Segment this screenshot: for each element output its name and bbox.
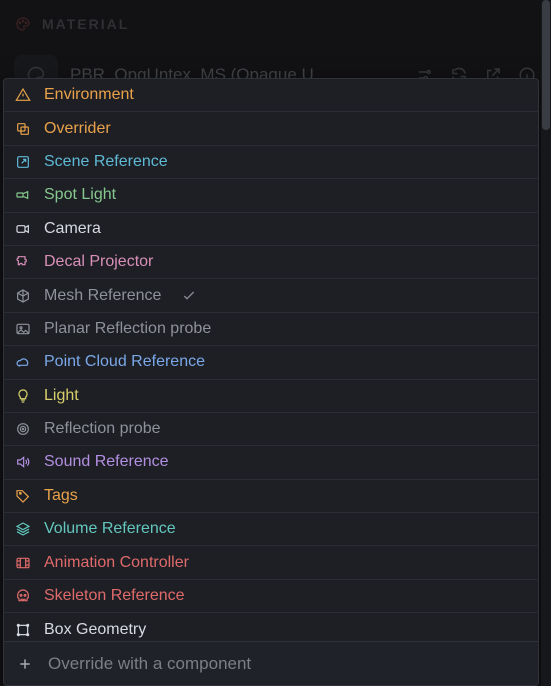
skull-icon (14, 587, 32, 605)
menu-item-label: Reflection probe (44, 420, 161, 438)
menu-item-spot-light[interactable]: Spot Light (4, 179, 538, 212)
menu-item-label: Environment (44, 86, 134, 104)
menu-item-tags[interactable]: Tags (4, 480, 538, 513)
bbox-icon (14, 621, 32, 639)
menu-item-label: Tags (44, 487, 78, 505)
target-icon (14, 420, 32, 438)
camera-icon (14, 220, 32, 238)
arrow-out-icon (14, 153, 32, 171)
menu-item-label: Point Cloud Reference (44, 353, 205, 371)
speaker-icon (14, 453, 32, 471)
menu-item-reflection-probe[interactable]: Reflection probe (4, 413, 538, 446)
menu-item-planar-reflection[interactable]: Planar Reflection probe (4, 313, 538, 346)
menu-item-label: Animation Controller (44, 554, 189, 572)
menu-item-label: Volume Reference (44, 520, 176, 538)
film-icon (14, 554, 32, 572)
spotlight-icon (14, 186, 32, 204)
menu-item-label: Scene Reference (44, 153, 168, 171)
triangle-warn-icon (14, 86, 32, 104)
component-menu: Environment Overrider Scene Reference Spot … (3, 78, 539, 686)
menu-item-overrider[interactable]: Overrider (4, 112, 538, 145)
puzzle-icon (14, 253, 32, 271)
scrollbar-thumb[interactable] (542, 0, 550, 130)
menu-item-scene-reference[interactable]: Scene Reference (4, 146, 538, 179)
bulb-icon (14, 387, 32, 405)
menu-item-label: Overrider (44, 120, 111, 138)
plus-icon (16, 656, 34, 672)
cube-outline-icon (14, 287, 32, 305)
menu-item-label: Spot Light (44, 186, 116, 204)
copy-icon (14, 120, 32, 138)
menu-item-light[interactable]: Light (4, 380, 538, 413)
menu-item-label: Mesh Reference (44, 287, 161, 305)
menu-item-mesh-reference[interactable]: Mesh Reference (4, 279, 538, 312)
menu-item-label: Camera (44, 220, 101, 238)
menu-item-volume-reference[interactable]: Volume Reference (4, 513, 538, 546)
tag-icon (14, 487, 32, 505)
menu-item-label: Skeleton Reference (44, 587, 185, 605)
scrollbar-track[interactable] (541, 0, 551, 685)
menu-item-animation-ctrl[interactable]: Animation Controller (4, 546, 538, 579)
menu-item-environment[interactable]: Environment (4, 79, 538, 112)
menu-item-label: Decal Projector (44, 253, 153, 271)
check-icon (181, 288, 197, 304)
component-search-input[interactable] (48, 654, 526, 674)
menu-item-sound-reference[interactable]: Sound Reference (4, 446, 538, 479)
image-icon (14, 320, 32, 338)
cloud-icon (14, 353, 32, 371)
menu-item-camera[interactable]: Camera (4, 213, 538, 246)
menu-item-label: Planar Reflection probe (44, 320, 211, 338)
menu-item-label: Sound Reference (44, 453, 169, 471)
component-menu-list: Environment Overrider Scene Reference Spot … (4, 79, 538, 641)
menu-item-label: Box Geometry (44, 621, 146, 639)
menu-item-skeleton-ref[interactable]: Skeleton Reference (4, 580, 538, 613)
component-search-row (4, 641, 538, 685)
layers-icon (14, 520, 32, 538)
menu-item-label: Light (44, 387, 79, 405)
menu-item-point-cloud-ref[interactable]: Point Cloud Reference (4, 346, 538, 379)
menu-item-decal-projector[interactable]: Decal Projector (4, 246, 538, 279)
